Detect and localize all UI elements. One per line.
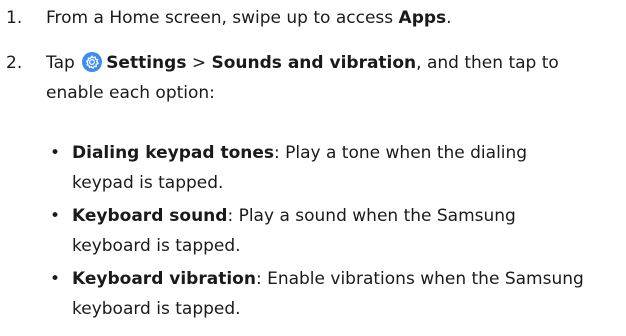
step-number: 2. (6, 53, 23, 73)
option-text: Keyboard sound: Play a sound when the Sa… (72, 201, 620, 261)
option-description-line2: keypad is tapped. (72, 173, 224, 193)
option-name: Dialing keypad tones (72, 143, 274, 163)
settings-gear-icon (82, 52, 103, 72)
option-description-line2: keyboard is tapped. (72, 236, 241, 256)
step-1-text: From a Home screen, swipe up to access A… (46, 3, 620, 33)
option-description: : Enable vibrations when the Samsung (255, 269, 584, 289)
sounds-and-vibration-label: Sounds and vibration (211, 53, 417, 73)
option-name: Keyboard vibration (72, 269, 256, 289)
option-description: : Play a tone when the dialing (274, 143, 528, 163)
bullet-icon: • (50, 143, 61, 163)
tap-label: Tap (46, 53, 81, 73)
step-2-instruction: , and then tap to (416, 53, 559, 73)
settings-label: Settings (106, 53, 187, 73)
option-text: Dialing keypad tones: Play a tone when t… (72, 138, 620, 198)
step-number: 1. (6, 8, 23, 28)
path-separator: > (186, 53, 212, 73)
step-1-period: . (446, 8, 452, 28)
option-description-line2: keyboard is tapped. (72, 299, 241, 319)
bullet-icon: • (50, 269, 61, 289)
apps-label: Apps (398, 8, 447, 28)
bullet-icon: • (50, 206, 61, 226)
step-2-text: Tap Settings > Sounds and vibration, and… (46, 48, 620, 108)
instruction-document: 1. From a Home screen, swipe up to acces… (0, 0, 626, 336)
step-2-instruction-line2: enable each option: (46, 83, 215, 103)
option-name: Keyboard sound (72, 206, 228, 226)
step-1-instruction: From a Home screen, swipe up to access (46, 8, 399, 28)
option-text: Keyboard vibration: Enable vibrations wh… (72, 264, 620, 324)
option-description: : Play a sound when the Samsung (227, 206, 516, 226)
